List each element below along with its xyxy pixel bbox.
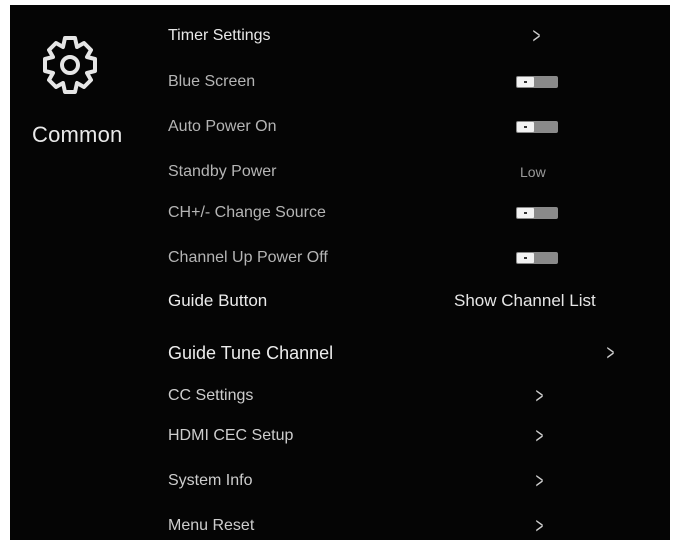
channel-up-power-off-toggle[interactable] <box>516 252 558 264</box>
setting-label: CH+/- Change Source <box>168 204 326 221</box>
setting-hdmi-cec-setup[interactable]: HDMI CEC Setup > <box>10 421 670 451</box>
chevron-right-icon: > <box>606 340 615 365</box>
setting-label: Blue Screen <box>168 73 256 90</box>
setting-label: Standby Power <box>168 163 277 180</box>
setting-label: System Info <box>168 472 253 489</box>
guide-button-value: Show Channel List <box>454 291 596 310</box>
chevron-right-icon: > <box>535 468 544 493</box>
toggle-knob <box>517 77 534 87</box>
setting-label: Guide Button <box>168 291 268 310</box>
setting-timer-settings[interactable]: Timer Settings > <box>10 21 670 51</box>
setting-channel-up-power-off[interactable]: Channel Up Power Off <box>10 243 670 273</box>
auto-power-on-toggle[interactable] <box>516 121 558 133</box>
tv-settings-screen: Common Timer Settings > Blue Screen Auto… <box>10 5 670 540</box>
setting-blue-screen[interactable]: Blue Screen <box>10 67 670 97</box>
chevron-right-icon: > <box>532 23 541 48</box>
setting-menu-reset[interactable]: Menu Reset > <box>10 511 670 540</box>
setting-standby-power[interactable]: Standby Power Low <box>10 157 670 187</box>
setting-auto-power-on[interactable]: Auto Power On <box>10 112 670 142</box>
setting-guide-button[interactable]: Guide Button Show Channel List <box>10 286 670 316</box>
toggle-knob <box>517 122 534 132</box>
standby-power-value: Low <box>520 164 546 180</box>
setting-guide-tune-channel[interactable]: Guide Tune Channel > <box>10 338 670 368</box>
setting-label: Menu Reset <box>168 517 255 534</box>
chevron-right-icon: > <box>535 383 544 408</box>
setting-label: Channel Up Power Off <box>168 249 328 266</box>
setting-label: HDMI CEC Setup <box>168 427 294 444</box>
blue-screen-toggle[interactable] <box>516 76 558 88</box>
ch-change-source-toggle[interactable] <box>516 207 558 219</box>
chevron-right-icon: > <box>535 423 544 448</box>
setting-system-info[interactable]: System Info > <box>10 466 670 496</box>
chevron-right-icon: > <box>535 513 544 538</box>
setting-ch-change-source[interactable]: CH+/- Change Source <box>10 198 670 228</box>
setting-label: Guide Tune Channel <box>168 343 334 363</box>
setting-label: Auto Power On <box>168 118 277 135</box>
setting-cc-settings[interactable]: CC Settings > <box>10 381 670 411</box>
toggle-knob <box>517 208 534 218</box>
setting-label: Timer Settings <box>168 27 271 44</box>
setting-label: CC Settings <box>168 387 254 404</box>
toggle-knob <box>517 253 534 263</box>
